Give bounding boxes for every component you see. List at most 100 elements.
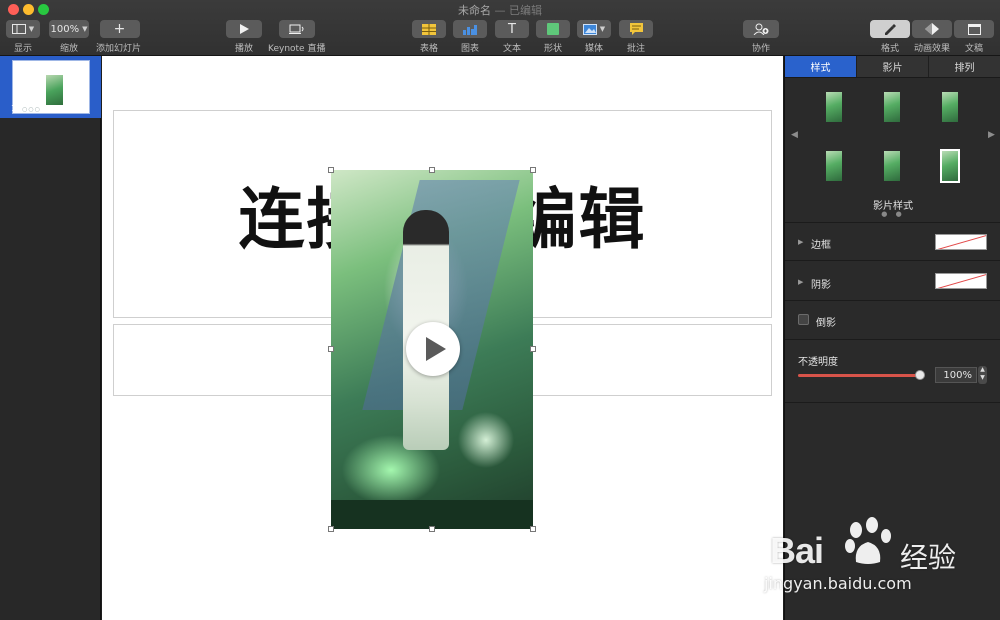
table-label: 表格 [419,44,438,54]
movie-style-6[interactable] [940,149,960,183]
shadow-color-well[interactable] [935,273,987,289]
watermark-brand: Bai [770,530,824,571]
document-name: 未命名 [458,4,491,17]
chevron-down-icon: ▼ [82,25,88,33]
table-icon [422,23,436,35]
media-button[interactable]: ▼ 媒体 [577,20,611,54]
play-button[interactable]: 播放 [226,20,262,54]
comment-icon [629,23,643,35]
keynote-live-button[interactable]: Keynote 直播 [268,20,325,54]
format-label: 格式 [880,44,899,54]
edited-status: — 已编辑 [494,4,543,17]
tab-arrange[interactable]: 排列 [929,56,1000,77]
comment-label: 批注 [626,44,645,54]
resize-handle-right[interactable] [530,346,536,352]
border-color-well[interactable] [935,234,987,250]
play-label: 播放 [234,44,253,54]
divider [785,339,1000,340]
shadow-label[interactable]: 阴影 [811,276,831,291]
sidebar-icon [11,24,26,34]
tab-movie[interactable]: 影片 [857,56,929,77]
play-icon [425,337,446,361]
collaborate-button[interactable]: 协作 [743,20,779,54]
resize-handle-top-right[interactable] [530,167,536,173]
opacity-slider-knob[interactable] [915,370,925,380]
movie-styles-grid [805,86,985,206]
resize-handle-top-left[interactable] [328,167,334,173]
diamond-icon [925,23,939,35]
inspector-tabs: 样式 影片 排列 [785,56,1000,78]
collaborate-label: 协作 [751,44,770,54]
disclosure-triangle-icon[interactable]: ▶ [798,278,803,286]
opacity-slider[interactable] [798,374,920,377]
resize-handle-bottom-right[interactable] [530,526,536,532]
zoom-select[interactable]: 100% ▼ 缩放 [49,20,89,54]
previous-styles-icon[interactable]: ◀ [791,130,798,140]
zoom-label: 缩放 [59,44,78,54]
resize-handle-top[interactable] [429,167,435,173]
divider [785,300,1000,301]
resize-handle-bottom[interactable] [429,526,435,532]
divider [785,222,1000,223]
text-label: 文本 [502,44,521,54]
chart-label: 图表 [460,44,479,54]
media-label: 媒体 [584,44,603,54]
plus-icon: + [113,21,126,37]
next-styles-icon[interactable]: ▶ [988,130,995,140]
chart-icon [463,24,477,35]
table-button[interactable]: 表格 [412,20,446,54]
movie-style-2[interactable] [884,92,900,122]
add-slide-button[interactable]: + 添加幻灯片 [96,20,141,54]
reflection-checkbox[interactable] [798,314,809,325]
animate-button[interactable]: 动画效果 [912,20,952,54]
chart-button[interactable]: 图表 [453,20,487,54]
view-button[interactable]: ▼ 显示 [6,20,40,54]
movie-style-4[interactable] [826,151,842,181]
view-label: 显示 [13,44,32,54]
shape-icon [547,23,559,35]
page-indicator[interactable]: ● ● [785,210,1000,218]
slide-canvas[interactable]: 连接视频编辑 编辑 [102,56,783,620]
paintbrush-icon [884,23,896,35]
shape-button[interactable]: 形状 [536,20,570,54]
opacity-stepper[interactable]: ▲ ▼ [978,366,987,384]
baidu-watermark: Bai 经验 jingyan.baidu.com [760,514,990,604]
movie-style-3[interactable] [942,92,958,122]
opacity-label: 不透明度 [798,357,838,368]
reflection-label: 倒影 [816,318,836,329]
keynote-window: 未命名 — 已编辑 ▼ 显示 100% ▼ 缩放 + 添加幻灯片 播放 Keyn… [0,0,1000,620]
border-label[interactable]: 边框 [811,236,831,251]
movie-style-5[interactable] [884,151,900,181]
stage-floor [331,500,533,529]
paw-icon [845,517,891,564]
zoom-value: 100% [50,23,80,35]
more-icon: ○○○ [22,106,41,113]
movie-style-1[interactable] [826,92,842,122]
keynote-live-label: Keynote 直播 [268,44,326,54]
watermark-brand-cn: 经验 [900,541,957,574]
movie-object[interactable] [331,170,533,529]
shape-label: 形状 [543,44,562,54]
comment-button[interactable]: 批注 [619,20,653,54]
tab-style[interactable]: 样式 [785,56,857,77]
play-icon [240,24,249,34]
add-slide-label: 添加幻灯片 [96,44,142,54]
disclosure-triangle-icon[interactable]: ▶ [798,238,803,246]
format-button[interactable]: 格式 [870,20,910,54]
resize-handle-bottom-left[interactable] [328,526,334,532]
slide-number: 1 [11,104,17,113]
thumbnail-movie [46,75,63,105]
text-button[interactable]: T 文本 [495,20,529,54]
chevron-down-icon: ▼ [28,25,35,33]
document-button[interactable]: 文稿 [954,20,994,54]
chevron-down-icon: ▼ [599,25,606,33]
window-title: 未命名 — 已编辑 [0,2,1000,18]
document-icon [967,23,981,35]
document-label: 文稿 [964,44,983,54]
media-icon [582,23,597,35]
movie-play-button[interactable] [406,322,460,376]
resize-handle-left[interactable] [328,346,334,352]
opacity-field[interactable]: 100% [935,367,977,383]
slide-thumbnail-selected[interactable]: 1 ○○○ [0,56,101,118]
toolbar: 未命名 — 已编辑 ▼ 显示 100% ▼ 缩放 + 添加幻灯片 播放 Keyn… [0,0,1000,56]
